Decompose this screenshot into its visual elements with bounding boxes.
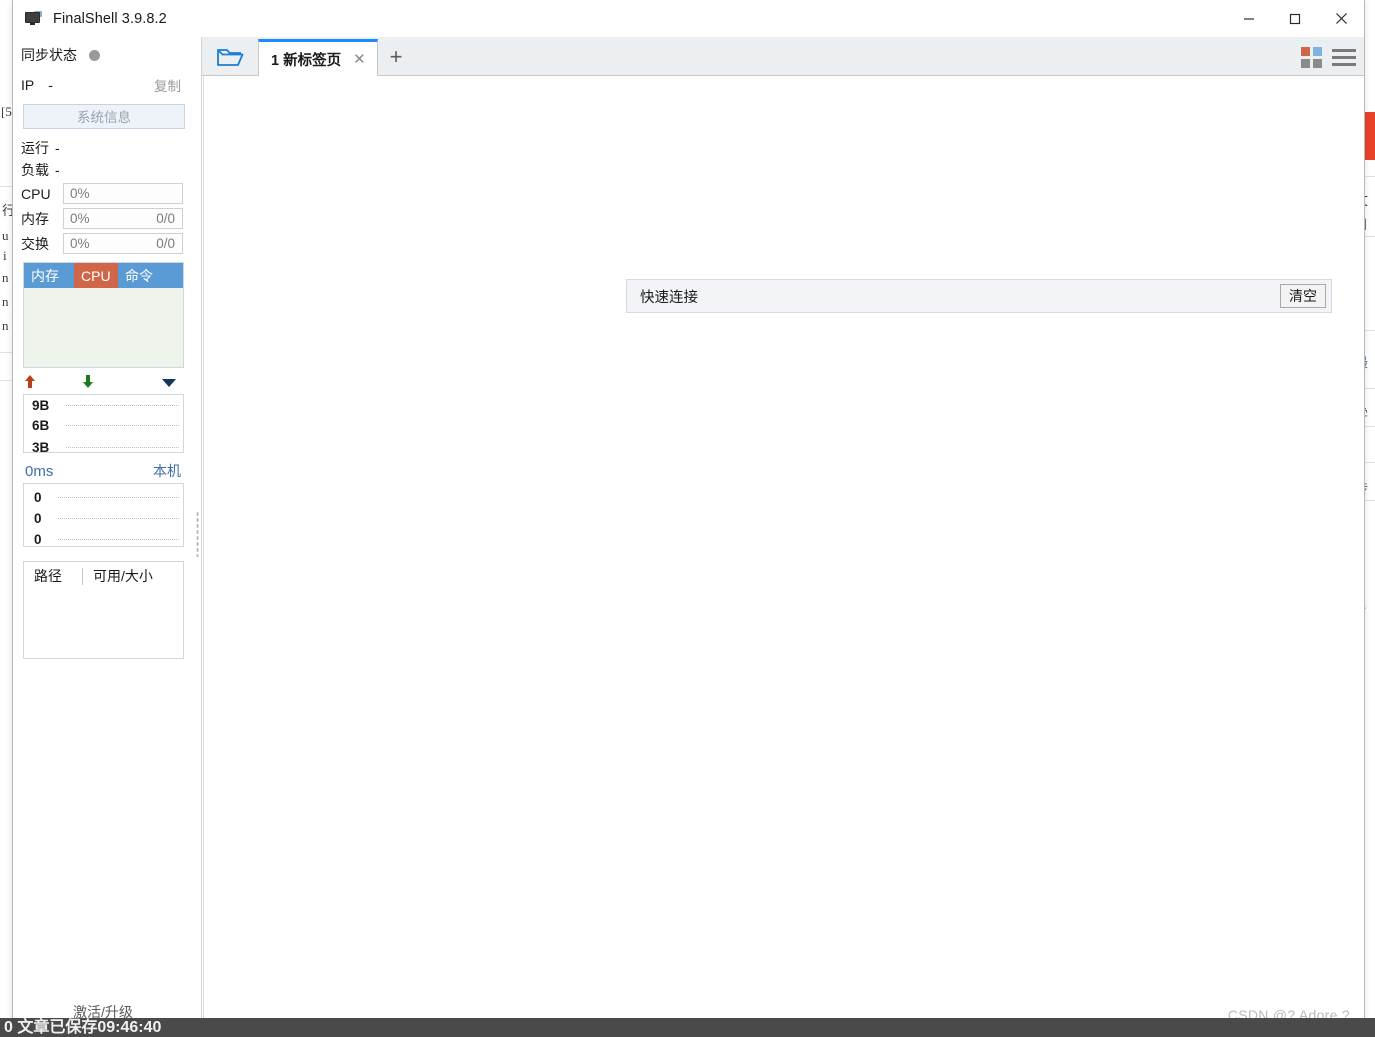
network-graph: 9B 6B 3B — [23, 394, 184, 455]
background-fragment: u — [2, 228, 9, 243]
close-icon[interactable]: ✕ — [353, 50, 366, 68]
latency-value: 0ms — [25, 462, 54, 480]
network-y-label: 9B — [32, 398, 50, 413]
chevron-down-icon[interactable] — [161, 375, 177, 393]
cpu-meter-label: CPU — [21, 185, 51, 202]
latency-graph: 0 0 0 — [23, 483, 184, 547]
network-y-label: 6B — [32, 418, 50, 433]
ip-row: IP - 复制 — [13, 71, 193, 100]
sidebar: 同步状态 IP - 复制 系统信息 运行 - 负载 - CPU 0% 内存 0%… — [13, 37, 193, 1030]
process-col-command[interactable]: 命令 — [118, 263, 183, 288]
tab-bar-actions — [1301, 47, 1356, 68]
memory-meter-fraction: 0/0 — [156, 211, 175, 226]
close-button[interactable] — [1318, 0, 1364, 37]
background-fragment: n — [2, 318, 9, 333]
latency-host-label[interactable]: 本机 — [153, 461, 181, 481]
disk-col-path[interactable]: 路径 — [24, 566, 82, 586]
disk-table-header: 路径 可用/大小 — [24, 562, 183, 590]
latency-y-label: 0 — [34, 490, 42, 505]
maximize-button[interactable] — [1272, 0, 1318, 37]
swap-meter-percent: 0% — [70, 236, 90, 251]
load-value: - — [55, 162, 60, 178]
process-table: 内存 CPU 命令 — [23, 262, 184, 368]
swap-meter-fraction: 0/0 — [156, 236, 175, 251]
system-info-button[interactable]: 系统信息 — [23, 104, 185, 129]
memory-meter-row: 内存 0% 0/0 — [13, 206, 193, 231]
quick-connect-bar: 快速连接 清空 — [626, 279, 1332, 313]
tab-bar: 1 新标签页 ✕ + — [202, 37, 1364, 76]
network-y-label: 3B — [32, 440, 50, 455]
cpu-meter-row: CPU 0% — [13, 181, 193, 206]
cpu-meter-bar: 0% — [63, 183, 183, 204]
process-table-header: 内存 CPU 命令 — [24, 263, 183, 288]
quick-connect-label: 快速连接 — [640, 289, 698, 306]
background-fragment: n — [2, 270, 9, 285]
hamburger-menu-icon[interactable] — [1332, 49, 1356, 66]
memory-meter-label: 内存 — [21, 210, 49, 227]
latency-header: 0ms 本机 — [25, 461, 181, 481]
background-fragment: n — [2, 294, 9, 309]
load-label: 负载 — [21, 162, 49, 178]
terminal-content-area: 快速连接 清空 CSDN @? Adore ? — [202, 76, 1364, 1030]
add-tab-button[interactable]: + — [378, 38, 414, 75]
process-col-cpu[interactable]: CPU — [74, 263, 118, 288]
swap-meter-label: 交换 — [21, 235, 49, 252]
arrow-up-icon — [23, 374, 37, 394]
background-status-bar: 0 文章已保存09:46:40 — [0, 1018, 1375, 1037]
content-inner — [203, 76, 1364, 1029]
open-folder-icon[interactable] — [202, 38, 258, 75]
background-fragment: [5 — [1, 104, 12, 119]
sidebar-splitter[interactable] — [193, 37, 201, 1030]
splitter-grip — [196, 510, 199, 557]
process-col-memory[interactable]: 内存 — [24, 263, 74, 288]
network-toolbar — [23, 374, 183, 394]
disk-col-size[interactable]: 可用/大小 — [93, 566, 153, 586]
disk-table: 路径 可用/大小 — [23, 561, 184, 659]
background-fragment: i — [3, 248, 7, 263]
uptime-value: - — [55, 140, 60, 156]
ip-label: IP — [21, 77, 35, 93]
ip-value: - — [48, 77, 53, 93]
process-table-body — [24, 288, 183, 367]
window-controls — [1226, 0, 1364, 37]
memory-meter-bar: 0% 0/0 — [63, 208, 183, 229]
finalshell-window: FinalShell 3.9.8.2 同步状态 IP - 复制 系统信息 运行 … — [12, 0, 1365, 1030]
uptime-label: 运行 — [21, 140, 49, 156]
tab-label: 1 新标签页 — [271, 52, 342, 69]
background-status-text: 0 文章已保存09:46:40 — [4, 1019, 162, 1036]
status-dot-icon — [89, 49, 100, 61]
minimize-button[interactable] — [1226, 0, 1272, 37]
arrow-down-icon — [81, 374, 95, 394]
sync-status-row: 同步状态 — [13, 37, 193, 71]
latency-y-label: 0 — [34, 532, 42, 547]
column-divider — [82, 567, 83, 585]
sync-status-label: 同步状态 — [21, 47, 77, 63]
clear-button[interactable]: 清空 — [1280, 284, 1326, 308]
cpu-meter-percent: 0% — [70, 186, 90, 201]
title-bar: FinalShell 3.9.8.2 — [13, 0, 1364, 37]
memory-meter-percent: 0% — [70, 211, 90, 226]
main-panel: 1 新标签页 ✕ + 快速连接 清空 CSDN @? Adore ? — [201, 37, 1364, 1030]
copy-ip-button[interactable]: 复制 — [154, 75, 181, 95]
swap-meter-row: 交换 0% 0/0 — [13, 231, 193, 256]
load-row: 负载 - — [13, 159, 193, 181]
window-title: FinalShell 3.9.8.2 — [53, 10, 167, 27]
tab-new-page[interactable]: 1 新标签页 ✕ — [258, 39, 378, 76]
uptime-row: 运行 - — [13, 137, 193, 159]
grid-view-icon[interactable] — [1301, 47, 1322, 68]
app-monitor-icon — [25, 10, 43, 27]
latency-y-label: 0 — [34, 511, 42, 526]
swap-meter-bar: 0% 0/0 — [63, 233, 183, 254]
